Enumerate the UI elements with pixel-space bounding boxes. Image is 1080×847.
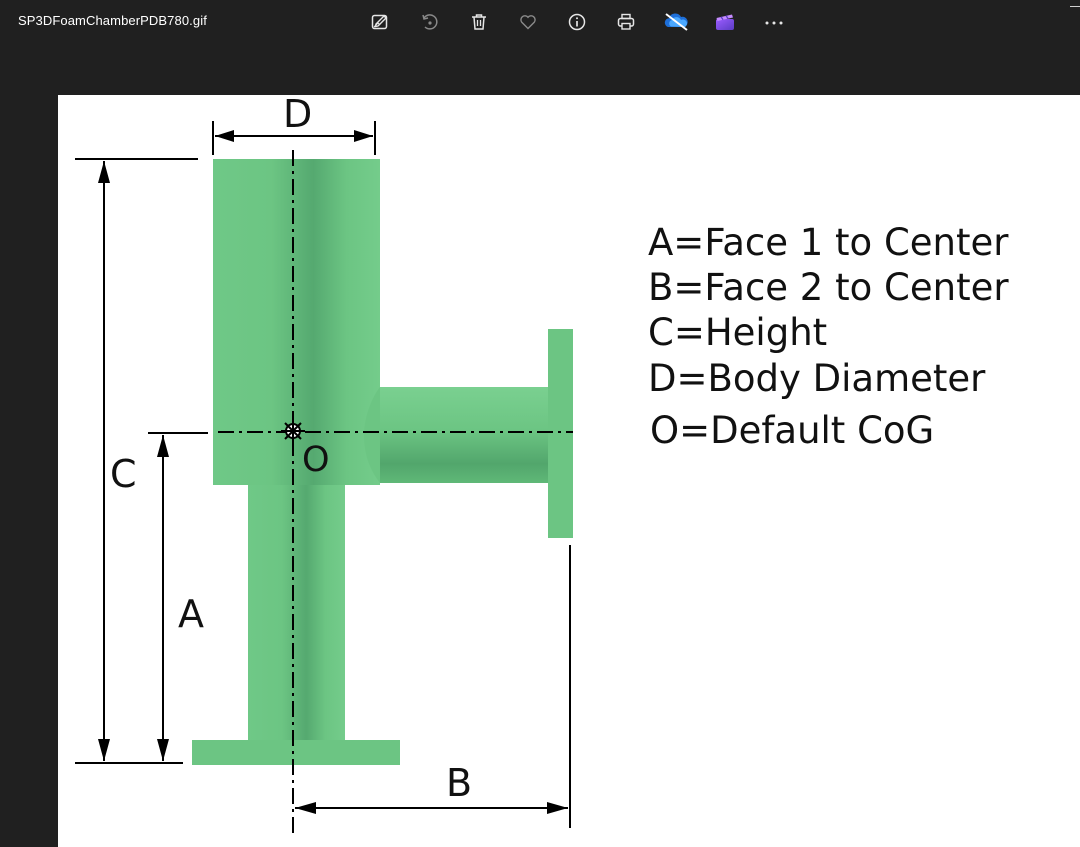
onedrive-button[interactable] bbox=[660, 8, 692, 36]
label-d: D bbox=[283, 95, 312, 136]
file-info-button[interactable] bbox=[561, 8, 593, 36]
print-button[interactable] bbox=[610, 8, 642, 36]
edit-image-button[interactable] bbox=[364, 8, 396, 36]
image-canvas: O D C A B A=Face 1 to Center B=Face 2 to… bbox=[58, 95, 1080, 847]
trash-icon bbox=[472, 14, 486, 30]
foam-chamber-diagram: O D C A B A=Face 1 to Center B=Face 2 to… bbox=[75, 95, 1009, 837]
label-c: C bbox=[110, 452, 137, 496]
clipchamp-icon bbox=[716, 14, 734, 30]
rotate-button[interactable] bbox=[413, 8, 445, 36]
cloud-off-icon bbox=[664, 13, 688, 31]
ellipsis-icon bbox=[765, 21, 783, 25]
side-flange bbox=[548, 329, 573, 538]
file-name: SP3DFoamChamberPDB780.gif bbox=[18, 13, 207, 28]
edit-image-icon bbox=[371, 14, 388, 30]
favorite-button[interactable] bbox=[512, 8, 544, 36]
legend-line-o: O=Default CoG bbox=[650, 409, 934, 452]
label-o: O bbox=[302, 440, 330, 480]
legend-line-b: B=Face 2 to Center bbox=[648, 266, 1009, 309]
legend-line-d: D=Body Diameter bbox=[648, 357, 986, 400]
legend-line-c: C=Height bbox=[648, 311, 827, 354]
more-button[interactable] bbox=[758, 8, 790, 36]
rotate-icon bbox=[422, 14, 438, 30]
bottom-flange bbox=[192, 740, 400, 765]
minimize-mark bbox=[1070, 6, 1080, 7]
outlet-pipe bbox=[380, 387, 548, 483]
heart-icon bbox=[520, 15, 536, 30]
delete-button[interactable] bbox=[463, 8, 495, 36]
legend: A=Face 1 to Center B=Face 2 to Center C=… bbox=[648, 221, 1009, 452]
label-b: B bbox=[446, 761, 472, 805]
title-bar: SP3DFoamChamberPDB780.gif bbox=[0, 0, 1080, 44]
printer-icon bbox=[617, 13, 635, 30]
info-icon bbox=[568, 13, 586, 31]
clipchamp-button[interactable] bbox=[709, 8, 741, 36]
label-a: A bbox=[178, 592, 204, 636]
legend-line-a: A=Face 1 to Center bbox=[648, 221, 1009, 264]
inlet-pipe bbox=[248, 485, 345, 740]
